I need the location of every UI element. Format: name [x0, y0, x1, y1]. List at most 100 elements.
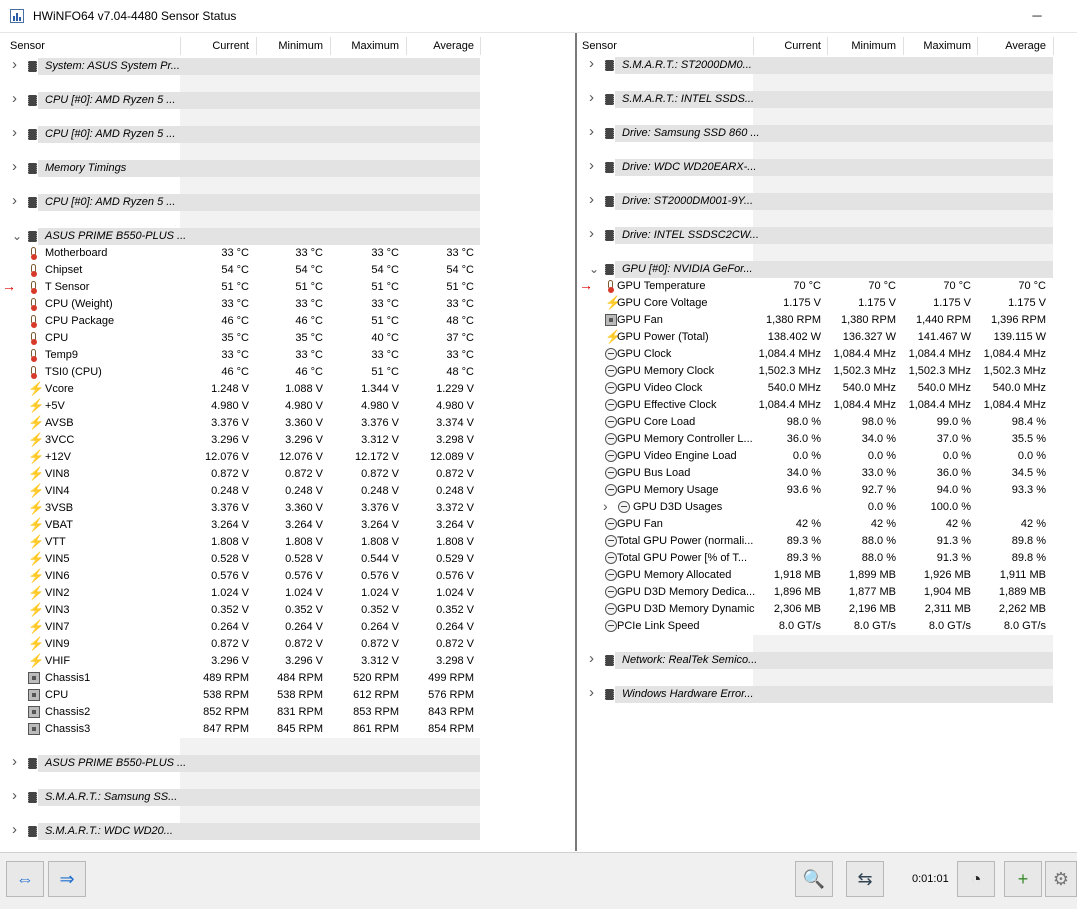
chevron-right-icon[interactable]: › [12, 787, 17, 804]
sensor-group-row[interactable]: ⌄ GPU [#0]: NVIDIA GeFor... [577, 261, 1077, 278]
sensor-row[interactable]: GPU Memory Controller L... 36.0 % 34.0 % 37… [577, 431, 1077, 448]
sensor-row[interactable]: ⚡ 3VCC 3.296 V 3.296 V 3.312 V 3.298 V [0, 432, 575, 449]
sensor-group-row[interactable]: › Drive: INTEL SSDSC2CW... [577, 225, 1077, 244]
header-average[interactable]: Average [976, 40, 1046, 52]
sensor-row[interactable]: Chassis3 847 RPM 845 RPM 861 RPM 854 RPM [0, 721, 575, 738]
minimize-button[interactable]: ─ [1027, 6, 1047, 26]
sensor-row[interactable]: ⚡ VIN5 0.528 V 0.528 V 0.544 V 0.529 V [0, 551, 575, 568]
sensor-row[interactable]: GPU D3D Memory Dedica... 1,896 MB 1,877 MB… [577, 584, 1077, 601]
chevron-right-icon[interactable]: › [589, 123, 594, 140]
sensor-row[interactable]: GPU Memory Clock 1,502.3 MHz 1,502.3 MHz 1,… [577, 363, 1077, 380]
sensor-group-row[interactable]: › System: ASUS System Pr... [0, 56, 575, 75]
chevron-right-icon[interactable]: › [589, 157, 594, 174]
chevron-down-icon[interactable]: ⌄ [589, 262, 599, 276]
sensor-group-row[interactable]: › Drive: Samsung SSD 860 ... [577, 123, 1077, 142]
sensor-group-row[interactable]: › S.M.A.R.T.: Samsung SS... [0, 787, 575, 806]
sensor-row[interactable]: ⚡ VIN6 0.576 V 0.576 V 0.576 V 0.576 V [0, 568, 575, 585]
sensor-group-row[interactable]: › ASUS PRIME B550-PLUS ... [0, 753, 575, 772]
sensor-row[interactable]: GPU Memory Allocated 1,918 MB 1,899 MB 1,92… [577, 567, 1077, 584]
add-log-icon[interactable]: + [1004, 861, 1042, 897]
header-current[interactable]: Current [179, 40, 249, 52]
header-current[interactable]: Current [751, 40, 821, 52]
right-sensor-panel[interactable]: Sensor Current Minimum Maximum Average › S.M.A… [577, 33, 1077, 851]
sensor-row[interactable]: ⚡ VIN3 0.352 V 0.352 V 0.352 V 0.352 V [0, 602, 575, 619]
chevron-right-icon[interactable]: › [589, 225, 594, 242]
sensor-row[interactable]: GPU Clock 1,084.4 MHz 1,084.4 MHz 1,084.4 M… [577, 346, 1077, 363]
sensor-row[interactable]: ⚡ VIN8 0.872 V 0.872 V 0.872 V 0.872 V [0, 466, 575, 483]
chevron-right-icon[interactable]: › [12, 821, 17, 838]
sensor-group-row[interactable]: › S.M.A.R.T.: INTEL SSDS... [577, 89, 1077, 108]
chevron-right-icon[interactable]: › [12, 90, 17, 107]
sensor-group-row[interactable]: ⌄ ASUS PRIME B550-PLUS ... [0, 228, 575, 245]
sensor-group-row[interactable]: › S.M.A.R.T.: WDC WD20... [0, 821, 575, 840]
move-panel-icon[interactable]: ⇒ [48, 861, 86, 897]
chevron-right-icon[interactable]: › [589, 55, 594, 72]
sensor-row[interactable]: T Sensor 51 °C 51 °C 51 °C 51 °C [0, 279, 575, 296]
sensor-row[interactable]: GPU Core Load 98.0 % 98.0 % 99.0 % 98.4 % [577, 414, 1077, 431]
chevron-right-icon[interactable]: › [12, 56, 17, 73]
header-minimum[interactable]: Minimum [253, 40, 323, 52]
sensor-group-row[interactable]: › Drive: WDC WD20EARX-... [577, 157, 1077, 176]
sensor-row[interactable]: PCIe Link Speed 8.0 GT/s 8.0 GT/s 8.0 GT/s 8… [577, 618, 1077, 635]
sensor-row[interactable]: ⚡ AVSB 3.376 V 3.360 V 3.376 V 3.374 V [0, 415, 575, 432]
sensor-group-row[interactable]: › Windows Hardware Error... [577, 684, 1077, 703]
chevron-right-icon[interactable]: › [589, 650, 594, 667]
sensor-row[interactable]: ⚡ GPU Power (Total) 138.402 W 136.327 W 141.… [577, 329, 1077, 346]
sensor-row[interactable]: GPU Effective Clock 1,084.4 MHz 1,084.4 MH… [577, 397, 1077, 414]
expand-collapse-icon[interactable]: ⇔ [6, 861, 44, 897]
sensor-group-row[interactable]: › Drive: ST2000DM001-9Y... [577, 191, 1077, 210]
sensor-row[interactable]: CPU 35 °C 35 °C 40 °C 37 °C [0, 330, 575, 347]
chevron-right-icon[interactable]: › [603, 498, 608, 514]
left-sensor-panel[interactable]: Sensor Current Minimum Maximum Average › Syste… [0, 33, 577, 851]
sensor-row[interactable]: GPU Video Engine Load 0.0 % 0.0 % 0.0 % 0.0 … [577, 448, 1077, 465]
sensor-row[interactable]: Total GPU Power [% of T... 89.3 % 88.0 % 91… [577, 550, 1077, 567]
sensor-row[interactable]: GPU Memory Usage 93.6 % 92.7 % 94.0 % 93.3 % [577, 482, 1077, 499]
sensor-row[interactable]: Temp9 33 °C 33 °C 33 °C 33 °C [0, 347, 575, 364]
sensor-row[interactable]: ⚡ +12V 12.076 V 12.076 V 12.172 V 12.089 V [0, 449, 575, 466]
sensor-row[interactable]: ⚡ VTT 1.808 V 1.808 V 1.808 V 1.808 V [0, 534, 575, 551]
header-maximum[interactable]: Maximum [329, 40, 399, 52]
sensor-row[interactable]: ⚡ VIN2 1.024 V 1.024 V 1.024 V 1.024 V [0, 585, 575, 602]
chevron-right-icon[interactable]: › [12, 753, 17, 770]
sensor-row[interactable]: GPU Video Clock 540.0 MHz 540.0 MHz 540.0 M… [577, 380, 1077, 397]
chevron-right-icon[interactable]: › [12, 124, 17, 141]
header-sensor[interactable]: Sensor [10, 40, 45, 52]
sensor-row[interactable]: CPU 538 RPM 538 RPM 612 RPM 576 RPM [0, 687, 575, 704]
sensor-row[interactable]: ⚡ VIN9 0.872 V 0.872 V 0.872 V 0.872 V [0, 636, 575, 653]
sensor-group-row[interactable]: › CPU [#0]: AMD Ryzen 5 ... [0, 192, 575, 211]
header-minimum[interactable]: Minimum [826, 40, 896, 52]
sensor-row[interactable]: ⚡ VHIF 3.296 V 3.296 V 3.312 V 3.298 V [0, 653, 575, 670]
sensor-row[interactable]: ⚡ VIN7 0.264 V 0.264 V 0.264 V 0.264 V [0, 619, 575, 636]
sensor-row[interactable]: Chassis1 489 RPM 484 RPM 520 RPM 499 RPM [0, 670, 575, 687]
sensor-row[interactable]: Chassis2 852 RPM 831 RPM 853 RPM 843 RPM [0, 704, 575, 721]
sensor-row[interactable]: ⚡ VBAT 3.264 V 3.264 V 3.264 V 3.264 V [0, 517, 575, 534]
chevron-right-icon[interactable]: › [589, 89, 594, 106]
monitor-search-icon[interactable]: 🔍 [795, 861, 833, 897]
sensor-row[interactable]: GPU Fan 1,380 RPM 1,380 RPM 1,440 RPM 1,396 … [577, 312, 1077, 329]
sensor-row[interactable]: › GPU D3D Usages 0.0 % 100.0 % [577, 498, 1077, 516]
sensor-group-row[interactable]: › CPU [#0]: AMD Ryzen 5 ... [0, 124, 575, 143]
sensor-row[interactable]: CPU (Weight) 33 °C 33 °C 33 °C 33 °C [0, 296, 575, 313]
sensor-row[interactable]: ⚡ +5V 4.980 V 4.980 V 4.980 V 4.980 V [0, 398, 575, 415]
header-sensor[interactable]: Sensor [582, 40, 617, 52]
network-computers-icon[interactable]: ⇆ [846, 861, 884, 897]
sensor-row[interactable]: Motherboard 33 °C 33 °C 33 °C 33 °C [0, 245, 575, 262]
clock-icon[interactable]: ◔ [957, 861, 995, 897]
sensor-group-row[interactable]: › CPU [#0]: AMD Ryzen 5 ... [0, 90, 575, 109]
sensor-row[interactable]: GPU D3D Memory Dynamic 2,306 MB 2,196 MB 2,… [577, 601, 1077, 618]
sensor-row[interactable]: ⚡ GPU Core Voltage 1.175 V 1.175 V 1.175 V 1.… [577, 295, 1077, 312]
sensor-row[interactable]: Chipset 54 °C 54 °C 54 °C 54 °C [0, 262, 575, 279]
header-average[interactable]: Average [404, 40, 474, 52]
sensor-group-row[interactable]: › S.M.A.R.T.: ST2000DM0... [577, 55, 1077, 74]
chevron-right-icon[interactable]: › [12, 158, 17, 175]
chevron-right-icon[interactable]: › [12, 192, 17, 209]
sensor-group-row[interactable]: › Memory Timings [0, 158, 575, 177]
sensor-row[interactable]: ⚡ 3VSB 3.376 V 3.360 V 3.376 V 3.372 V [0, 500, 575, 517]
chevron-down-icon[interactable]: ⌄ [12, 229, 22, 243]
sensor-row[interactable]: TSI0 (CPU) 46 °C 46 °C 51 °C 48 °C [0, 364, 575, 381]
chevron-right-icon[interactable]: › [589, 684, 594, 701]
chevron-right-icon[interactable]: › [589, 191, 594, 208]
sensor-row[interactable]: Total GPU Power (normali... 89.3 % 88.0 % 9… [577, 533, 1077, 550]
sensor-row[interactable]: GPU Temperature 70 °C 70 °C 70 °C 70 °C [577, 278, 1077, 295]
settings-gear-icon[interactable]: ⚙ [1045, 861, 1077, 897]
